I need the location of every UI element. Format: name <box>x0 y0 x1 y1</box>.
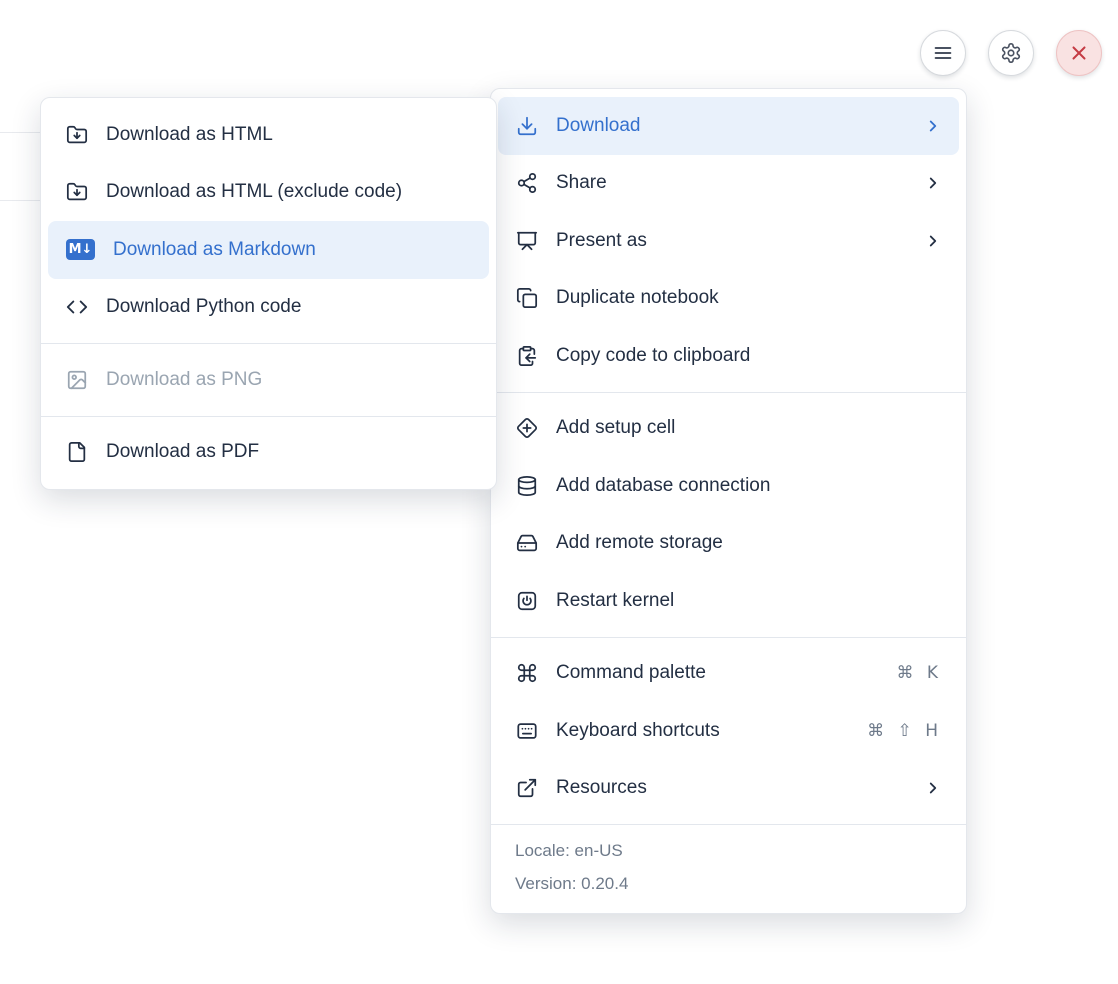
chevron-right-icon <box>924 779 942 797</box>
topbar-actions <box>920 30 1102 76</box>
close-icon <box>1068 42 1090 64</box>
menu-item-label: Duplicate notebook <box>556 287 719 309</box>
menu-item-label: Copy code to clipboard <box>556 345 750 367</box>
page-divider-line <box>0 200 43 201</box>
menu-item-label: Share <box>556 172 607 194</box>
menu-item-label: Download Python code <box>106 296 301 318</box>
download-icon <box>516 115 538 137</box>
menu-item-trailing <box>924 232 942 250</box>
diamond-plus-icon <box>516 417 538 439</box>
menu-item-present-as[interactable]: Present as <box>498 212 959 270</box>
menu-item-trailing <box>924 779 942 797</box>
keyboard-icon <box>516 720 538 742</box>
duplicate-icon <box>516 287 538 309</box>
menu-item-download-as-markdown[interactable]: M↓ Download as Markdown <box>48 221 489 279</box>
presentation-icon <box>516 230 538 252</box>
menu-item-duplicate-notebook[interactable]: Duplicate notebook <box>498 270 959 328</box>
image-icon <box>66 369 88 391</box>
menu-item-label: Download as Markdown <box>113 239 316 261</box>
external-link-icon <box>516 777 538 799</box>
menu-item-label: Command palette <box>556 662 706 684</box>
power-icon <box>516 590 538 612</box>
folder-down-icon <box>66 124 88 146</box>
close-button[interactable] <box>1056 30 1102 76</box>
menu-item-label: Add database connection <box>556 475 770 497</box>
file-icon <box>66 441 88 463</box>
shortcut-keys: ⌘ ⇧ H <box>867 721 942 741</box>
clipboard-copy-icon <box>516 345 538 367</box>
menu-item-download-python-code[interactable]: Download Python code <box>48 279 489 337</box>
hamburger-icon <box>932 42 954 64</box>
menu-item-copy-code-to-clipboard[interactable]: Copy code to clipboard <box>498 327 959 385</box>
menu-item-add-remote-storage[interactable]: Add remote storage <box>498 515 959 573</box>
menu-item-trailing <box>924 174 942 192</box>
download-submenu: Download as HTML Download as HTML (exclud… <box>40 97 497 490</box>
menu-item-trailing: ⌘ ⇧ H <box>867 721 942 741</box>
notebook-actions-menu: Download Share Present as Duplicate noteboo… <box>490 88 967 914</box>
menu-item-label: Download <box>556 115 641 137</box>
code-icon <box>66 296 88 318</box>
menu-item-trailing <box>924 117 942 135</box>
menu-item-share[interactable]: Share <box>498 155 959 213</box>
menu-separator <box>41 343 496 344</box>
menu-item-label: Restart kernel <box>556 590 674 612</box>
menu-item-label: Add setup cell <box>556 417 675 439</box>
menu-item-download-as-html-exclude-code[interactable]: Download as HTML (exclude code) <box>48 164 489 222</box>
menu-item-label: Download as PNG <box>106 369 262 391</box>
chevron-right-icon <box>924 117 942 135</box>
menu-item-label: Resources <box>556 777 647 799</box>
folder-down-icon <box>66 181 88 203</box>
menu-item-download-as-html[interactable]: Download as HTML <box>48 106 489 164</box>
menu-item-label: Keyboard shortcuts <box>556 720 720 742</box>
settings-button[interactable] <box>988 30 1034 76</box>
menu-button[interactable] <box>920 30 966 76</box>
menu-item-label: Add remote storage <box>556 532 723 554</box>
menu-item-command-palette[interactable]: Command palette ⌘ K <box>498 645 959 703</box>
menu-item-label: Present as <box>556 230 647 252</box>
gear-icon <box>1000 42 1022 64</box>
menu-item-restart-kernel[interactable]: Restart kernel <box>498 572 959 630</box>
menu-item-label: Download as HTML (exclude code) <box>106 181 402 203</box>
menu-item-download-as-pdf[interactable]: Download as PDF <box>48 424 489 482</box>
menu-item-label: Download as PDF <box>106 441 259 463</box>
chevron-right-icon <box>924 232 942 250</box>
menu-separator <box>491 637 966 638</box>
menu-item-download-as-png: Download as PNG <box>48 351 489 409</box>
database-icon <box>516 475 538 497</box>
markdown-icon: M↓ <box>66 239 95 260</box>
command-icon <box>516 662 538 684</box>
menu-footer: Locale: en-US Version: 0.20.4 <box>491 825 966 913</box>
locale-text: Locale: en-US <box>515 834 942 867</box>
hard-drive-icon <box>516 532 538 554</box>
menu-item-add-database-connection[interactable]: Add database connection <box>498 457 959 515</box>
menu-item-add-setup-cell[interactable]: Add setup cell <box>498 400 959 458</box>
page-divider-line <box>0 132 43 133</box>
menu-item-trailing: ⌘ K <box>896 663 942 683</box>
menu-separator <box>41 416 496 417</box>
menu-item-download[interactable]: Download <box>498 97 959 155</box>
menu-item-resources[interactable]: Resources <box>498 760 959 818</box>
share-icon <box>516 172 538 194</box>
menu-item-keyboard-shortcuts[interactable]: Keyboard shortcuts ⌘ ⇧ H <box>498 702 959 760</box>
chevron-right-icon <box>924 174 942 192</box>
version-text: Version: 0.20.4 <box>515 867 942 900</box>
shortcut-keys: ⌘ K <box>896 663 942 683</box>
menu-separator <box>491 392 966 393</box>
menu-item-label: Download as HTML <box>106 124 273 146</box>
